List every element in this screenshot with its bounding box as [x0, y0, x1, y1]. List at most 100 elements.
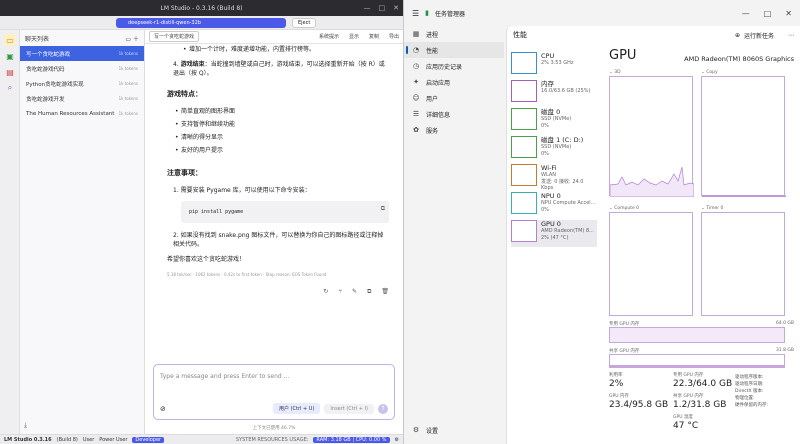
toolbar-show[interactable]: 显示 [349, 33, 359, 40]
tm-nav-item[interactable]: ▦ 进程 [404, 26, 504, 42]
send-icon[interactable]: ↑ [378, 403, 388, 414]
tm-nav-item[interactable]: ◔ 性能 [404, 42, 504, 58]
chat-list-item[interactable]: The Human Resources Assistant 1k tokens [20, 106, 144, 121]
resource-item[interactable]: 内存 16.0/63.6 GB (25%) [511, 80, 597, 107]
list-item-4: 4. 游戏结束：当蛇撞到墙壁或自己时，游戏结束，可以选择重新开始（按 R）或退出… [173, 61, 385, 77]
chat-item-title: 贪吃蛇游戏代码 [26, 66, 65, 73]
maximize-icon[interactable]: □ [379, 4, 386, 12]
model-selector[interactable]: deepseek-r1-distill-qwen-32b [116, 17, 286, 28]
chat-item-tokens: 1k tokens [118, 111, 138, 116]
chat-item-title: 贪吃蛇游戏开发 [26, 96, 65, 103]
tm-nav-item[interactable]: ☰ 详细信息 [404, 106, 504, 122]
folder-icon[interactable]: ▤ [4, 66, 16, 78]
tm-settings[interactable]: ⚙ 设置 [404, 422, 504, 438]
app-version: LM Studio 0.3.16 [4, 436, 52, 443]
features-title: 游戏特点： [167, 90, 202, 98]
chat-icon[interactable]: ▭ [4, 34, 16, 46]
resource-detail: AMD Radeon(TM) 8... [541, 228, 594, 234]
gpu-detail-labels: 驱动程序版本: 驱动程序日期: DirectX 版本: 物理位置: 硬件保留的内存: [735, 374, 768, 409]
lm-window-title: LM Studio - 0.3.16 (Build 8) [160, 4, 243, 12]
chat-main: 写一个贪吃蛇游戏 系统提示 显示 复制 导出 增加一个计时，难度递增功能，内置排… [145, 30, 403, 434]
graph-label-timer: ⌄ Timer 0 [701, 206, 724, 211]
tm-maximize-icon[interactable]: □ [764, 9, 772, 18]
gpu-detail-label: 硬件保留的内存: [735, 403, 769, 408]
chat-item-tokens: 1k tokens [118, 66, 138, 71]
user-role-button[interactable]: 用户 (Ctrl + U) [273, 403, 321, 414]
close-icon[interactable]: ✕ [393, 4, 399, 12]
resource-thumbnail [511, 136, 537, 158]
copy-message-icon[interactable]: ⧉ [367, 287, 371, 296]
regenerate-icon[interactable]: ↻ [323, 287, 328, 296]
gpu-detail: GPU AMD Radeon(TM) 8060S Graphics ⌄ 3D ⌄… [609, 44, 794, 444]
resource-detail: 发送: 0 接收: 24.0 Kbps [541, 178, 584, 192]
terminal-icon[interactable]: ▣ [4, 50, 16, 62]
message-input[interactable]: Type a message and press Enter to send .… [153, 364, 395, 420]
edit-icon[interactable]: ✎ [352, 287, 357, 296]
chat-list-item[interactable]: 贪吃蛇游戏代码 1k tokens [20, 61, 144, 76]
feature-item: 清晰的得分显示 [175, 133, 389, 142]
new-folder-icon[interactable]: ▭ [125, 36, 131, 43]
model-name: deepseek-r1-distill-qwen-32b [128, 19, 201, 26]
mode-user[interactable]: User [83, 437, 94, 443]
code-block: pip install pygame ⧉ [181, 201, 389, 223]
resource-item[interactable]: CPU 2% 3.53 GHz [511, 52, 597, 79]
download-icon[interactable]: ⤓ [24, 421, 27, 430]
stat-dedicated-mem: 专用 GPU 内存 22.3/64.0 GB [673, 373, 733, 389]
context-usage: 上下文已使用 46.7% [252, 426, 296, 431]
chat-tab[interactable]: 写一个贪吃蛇游戏 [149, 31, 200, 42]
tm-minimize-icon[interactable]: — [742, 9, 750, 18]
toolbar-system-prompt[interactable]: 系统提示 [319, 33, 339, 40]
tm-nav-item[interactable]: ☺ 用户 [404, 90, 504, 106]
gpu-title: GPU [609, 48, 637, 63]
resource-item[interactable]: 磁盘 1 (C: D:) SSD (NVMe) 0% [511, 136, 597, 163]
lm-studio-window: LM Studio - 0.3.16 (Build 8) — □ ✕ deeps… [0, 0, 404, 444]
resource-thumbnail [511, 164, 537, 186]
tm-title-bar: ☰ ▮ 任务管理器 — □ ✕ [404, 0, 800, 26]
resource-thumbnail [511, 52, 537, 74]
tm-app-icon: ▮ [425, 9, 430, 17]
branch-icon[interactable]: ⑂ [338, 287, 342, 296]
toolbar-copy[interactable]: 复制 [369, 33, 379, 40]
graph-compute [609, 212, 693, 316]
run-new-task-button[interactable]: ⊕ 运行新任务 ⋯ [735, 31, 794, 40]
settings-icon: ⚙ [412, 426, 420, 434]
panel-title: 性能 [513, 31, 527, 39]
resource-item[interactable]: GPU 0 AMD Radeon(TM) 8... 2% (47 °C) [511, 220, 597, 247]
attach-icon[interactable]: ⊘ [160, 405, 166, 413]
chat-list-item[interactable]: 写一个贪吃蛇游戏 1k tokens [20, 46, 144, 61]
resource-name: GPU 0 [541, 220, 561, 228]
resource-detail: 0% [541, 122, 549, 129]
settings-gear-icon[interactable]: ⚙ [395, 437, 399, 443]
delete-icon[interactable]: 🗑 [381, 287, 389, 296]
graph-copy [701, 76, 787, 198]
tm-nav-item[interactable]: ✿ 服务 [404, 122, 504, 138]
tm-close-icon[interactable]: ✕ [785, 9, 792, 18]
app-build: (Build 8) [56, 436, 78, 443]
run-task-icon: ⊕ [734, 31, 740, 39]
hamburger-icon[interactable]: ☰ [412, 9, 419, 18]
chat-list-item[interactable]: Python贪吃蛇游戏实现 1k tokens [20, 76, 144, 91]
mode-developer[interactable]: Developer [132, 436, 165, 443]
copy-icon[interactable]: ⧉ [381, 204, 385, 213]
tm-nav-item[interactable]: ✦ 启动应用 [404, 74, 504, 90]
resource-item[interactable]: Wi-Fi WLAN 发送: 0 接收: 24.0 Kbps [511, 164, 597, 191]
chat-item-tokens: 1k tokens [118, 81, 138, 86]
graph-label-copy: ⌄ Copy [701, 70, 718, 75]
eject-button[interactable]: Eject [292, 17, 317, 28]
chat-list-item[interactable]: 贪吃蛇游戏开发 1k tokens [20, 91, 144, 106]
new-chat-icon[interactable]: ＋ [133, 36, 139, 43]
insert-button[interactable]: Insert (Ctrl + I) [324, 403, 374, 414]
performance-panel: 性能 ⊕ 运行新任务 ⋯ CPU 2% 3.53 GHz 内存 16.0/63.6 G… [506, 26, 800, 444]
notes-title: 注意事项： [167, 169, 202, 177]
more-icon[interactable]: ⋯ [788, 32, 794, 39]
mode-power-user[interactable]: Power User [99, 437, 127, 443]
graph-timer [701, 212, 785, 316]
resource-item[interactable]: 磁盘 0 SSD (NVMe) 0% [511, 108, 597, 135]
minimize-icon[interactable]: — [364, 4, 371, 12]
nav-label: 启动应用 [426, 79, 451, 87]
search-icon[interactable]: ⌕ [4, 82, 16, 94]
feature-item: 友好的用户提示 [175, 146, 389, 155]
toolbar-export[interactable]: 导出 [389, 33, 399, 40]
tm-nav-item[interactable]: ◷ 应用历史记录 [404, 58, 504, 74]
resource-item[interactable]: NPU 0 NPU Compute Accel... 0% [511, 192, 597, 219]
